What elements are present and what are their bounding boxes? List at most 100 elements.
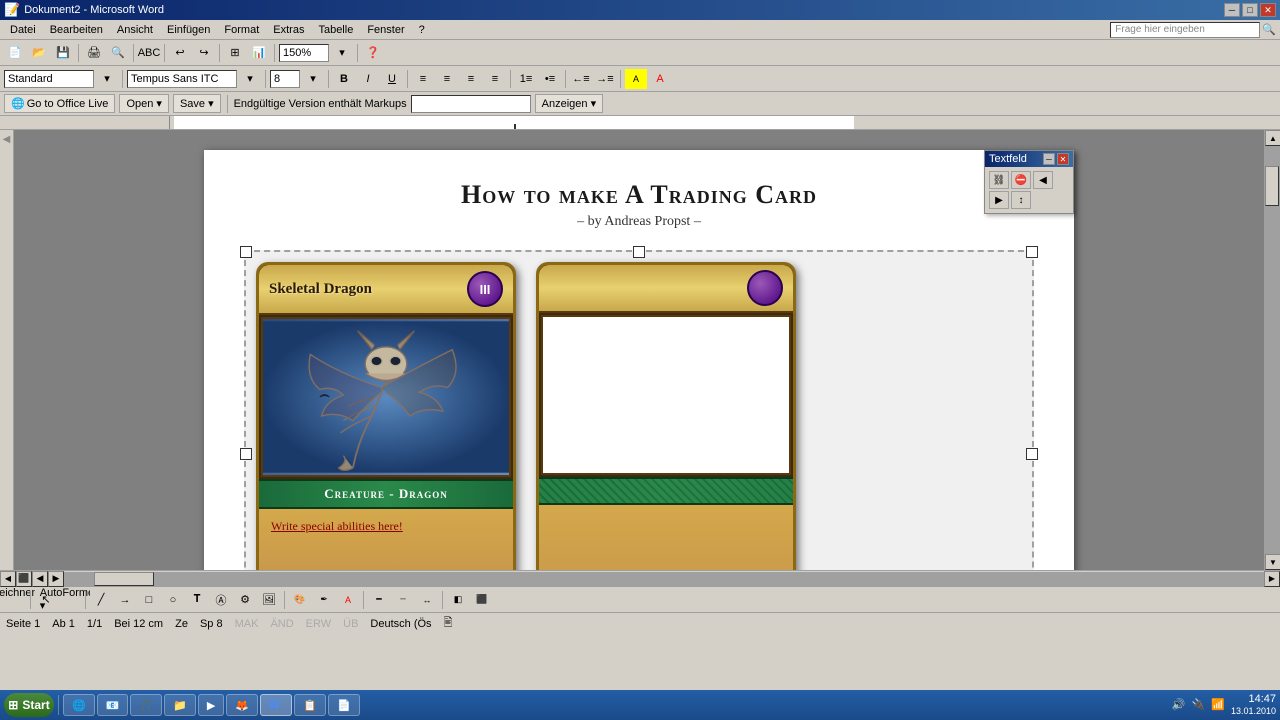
autoformen-dropdown[interactable]: AutoFormen ▾ bbox=[59, 590, 81, 610]
handle-mt[interactable] bbox=[633, 246, 645, 258]
document-canvas[interactable]: Textfeld ─ ✕ ⛓ ⛔ ◀ ▶ ↕ How to make A Tra… bbox=[14, 130, 1264, 570]
justify-button[interactable]: ≡ bbox=[484, 69, 506, 89]
shadow-button[interactable]: ◧ bbox=[447, 590, 469, 610]
skeletal-dragon-card[interactable]: Skeletal Dragon III bbox=[256, 262, 516, 570]
cards-container[interactable]: Skeletal Dragon III bbox=[244, 250, 1034, 570]
scroll-up-button[interactable]: ▲ bbox=[1265, 130, 1280, 146]
line-style-button[interactable]: ━ bbox=[368, 590, 390, 610]
numbering-button[interactable]: 1≡ bbox=[515, 69, 537, 89]
taskbar-ie[interactable]: 🌐 bbox=[63, 694, 95, 716]
3d-button[interactable]: ⬛ bbox=[471, 590, 493, 610]
font-selector[interactable]: Tempus Sans ITC bbox=[127, 70, 237, 88]
menu-fenster[interactable]: Fenster bbox=[361, 23, 410, 37]
line-tool[interactable]: ╱ bbox=[90, 590, 112, 610]
textfeld-close[interactable]: ✕ bbox=[1057, 153, 1069, 165]
handle-ml[interactable] bbox=[240, 448, 252, 460]
menu-tabelle[interactable]: Tabelle bbox=[312, 23, 359, 37]
rect-tool[interactable]: □ bbox=[138, 590, 160, 610]
scroll-track[interactable] bbox=[1265, 146, 1280, 554]
align-left-button[interactable]: ≡ bbox=[412, 69, 434, 89]
taskbar-explorer[interactable]: 📁 bbox=[164, 694, 196, 716]
link-chain-button[interactable]: ⛓ bbox=[989, 171, 1009, 189]
version-dropdown[interactable] bbox=[411, 95, 531, 113]
handle-mr[interactable] bbox=[1026, 448, 1038, 460]
save-dropdown-button[interactable]: Save ▾ bbox=[173, 94, 221, 113]
vertical-scrollbar[interactable]: ▲ ▼ bbox=[1264, 130, 1280, 570]
redo-button[interactable]: ↪ bbox=[193, 43, 215, 63]
open-dropdown-button[interactable]: Open ▾ bbox=[119, 94, 169, 113]
save-button[interactable]: 💾 bbox=[52, 43, 74, 63]
preview-button[interactable]: 🔍 bbox=[107, 43, 129, 63]
taskbar-media[interactable]: ▶ bbox=[198, 694, 224, 716]
menu-datei[interactable]: Datei bbox=[4, 23, 42, 37]
show-button[interactable]: Anzeigen ▾ bbox=[535, 94, 603, 113]
taskbar-firefox[interactable]: 🦊 bbox=[226, 694, 258, 716]
table-button[interactable]: ⊞ bbox=[224, 43, 246, 63]
print-button[interactable]: 🖨 bbox=[83, 43, 105, 63]
oval-tool[interactable]: ○ bbox=[162, 590, 184, 610]
go-to-office-live-button[interactable]: 🌐 Go to Office Live bbox=[4, 94, 115, 113]
spelling-button[interactable]: ABC bbox=[138, 43, 160, 63]
menu-format[interactable]: Format bbox=[218, 23, 265, 37]
style-dropdown[interactable]: ▾ bbox=[96, 69, 118, 89]
undo-button[interactable]: ↩ bbox=[169, 43, 191, 63]
taskbar-email[interactable]: 📧 bbox=[97, 694, 129, 716]
handle-tl[interactable] bbox=[240, 246, 252, 258]
textfeld-minimize[interactable]: ─ bbox=[1043, 153, 1055, 165]
align-center-button[interactable]: ≡ bbox=[436, 69, 458, 89]
draw-dropdown[interactable]: Zeichnen ▾ bbox=[4, 590, 26, 610]
prev-frame-button[interactable]: ◀ bbox=[1033, 171, 1053, 189]
increase-indent-button[interactable]: →≡ bbox=[594, 69, 616, 89]
textbox-tool[interactable]: 𝐓 bbox=[186, 590, 208, 610]
page-tab-1[interactable]: ⬛ bbox=[16, 571, 32, 587]
font-size-dropdown[interactable]: ▾ bbox=[302, 69, 324, 89]
clipart-tool[interactable]: 🖼 bbox=[258, 590, 280, 610]
menu-extras[interactable]: Extras bbox=[267, 23, 310, 37]
bold-button[interactable]: B bbox=[333, 69, 355, 89]
menu-einfuegen[interactable]: Einfügen bbox=[161, 23, 216, 37]
blank-card[interactable]: Artwork bbox=[536, 262, 796, 570]
zoom-selector[interactable]: 150% bbox=[279, 44, 329, 62]
help-search-input[interactable]: Frage hier eingeben bbox=[1110, 22, 1260, 38]
hscroll-right-button[interactable]: ▶ bbox=[1264, 571, 1280, 587]
fill-color-button[interactable]: 🎨 bbox=[289, 590, 311, 610]
font-color-draw-button[interactable]: A bbox=[337, 590, 359, 610]
help-button[interactable]: ❓ bbox=[362, 43, 384, 63]
scroll-down-button[interactable]: ▼ bbox=[1265, 554, 1280, 570]
horizontal-scrollbar[interactable]: ◀ ⬛ ◀ ▶ ▶ bbox=[0, 570, 1280, 586]
hscroll-thumb[interactable] bbox=[94, 572, 154, 586]
arrow-style-button[interactable]: ↔ bbox=[416, 590, 438, 610]
start-button[interactable]: ⊞ Start bbox=[4, 693, 54, 717]
link-break-button[interactable]: ⛔ bbox=[1011, 171, 1031, 189]
maximize-button[interactable]: □ bbox=[1242, 3, 1258, 17]
italic-button[interactable]: I bbox=[357, 69, 379, 89]
menu-bearbeiten[interactable]: Bearbeiten bbox=[44, 23, 109, 37]
taskbar-doc[interactable]: 📄 bbox=[328, 694, 360, 716]
next-frame-button[interactable]: ▶ bbox=[989, 191, 1009, 209]
scroll-thumb[interactable] bbox=[1265, 166, 1279, 206]
line-color-button[interactable]: ✒ bbox=[313, 590, 335, 610]
decrease-indent-button[interactable]: ←≡ bbox=[570, 69, 592, 89]
blank-card-text-area[interactable] bbox=[539, 505, 793, 570]
minimize-button[interactable]: ─ bbox=[1224, 3, 1240, 17]
menu-help[interactable]: ? bbox=[413, 23, 431, 37]
arrow-tool[interactable]: → bbox=[114, 590, 136, 610]
new-button[interactable]: 📄 bbox=[4, 43, 26, 63]
taskbar-word[interactable]: W bbox=[260, 694, 292, 716]
font-size-selector[interactable]: 8 bbox=[270, 70, 300, 88]
dash-style-button[interactable]: ┄ bbox=[392, 590, 414, 610]
hscroll-left-button[interactable]: ◀ bbox=[0, 571, 16, 587]
zoom-dropdown[interactable]: ▾ bbox=[331, 43, 353, 63]
style-selector[interactable]: Standard bbox=[4, 70, 94, 88]
taskbar-music[interactable]: 🎵 bbox=[130, 694, 162, 716]
text-direction-button[interactable]: ↕ bbox=[1011, 191, 1031, 209]
bullets-button[interactable]: •≡ bbox=[539, 69, 561, 89]
diagram-tool[interactable]: ⚙ bbox=[234, 590, 256, 610]
font-color-button[interactable]: A bbox=[649, 69, 671, 89]
chart-button[interactable]: 📊 bbox=[248, 43, 270, 63]
highlight-button[interactable]: A bbox=[625, 69, 647, 89]
font-dropdown[interactable]: ▾ bbox=[239, 69, 261, 89]
align-right-button[interactable]: ≡ bbox=[460, 69, 482, 89]
card-text-area-left[interactable]: Write special abilities here! bbox=[259, 509, 513, 570]
page-tab-2[interactable]: ◀ bbox=[32, 571, 48, 587]
